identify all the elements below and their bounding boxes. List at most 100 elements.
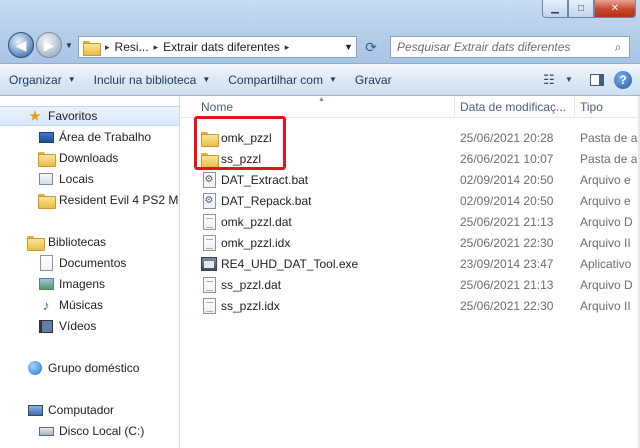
forward-arrow-icon: ▶ [43,36,55,53]
folder-icon [201,151,219,168]
file-icon [201,214,217,230]
nav-label: Área de Trabalho [59,130,152,144]
search-box: ⌕ [390,36,630,58]
navigation-buttons: ◀ ▶ ▼ [8,32,73,58]
hard-drive-icon [38,423,54,439]
file-date: 26/06/2021 10:07 [460,152,554,166]
file-date: 02/09/2014 20:50 [460,194,554,208]
nav-places[interactable]: Locais [0,169,179,189]
file-row[interactable]: DAT_Repack.bat 02/09/2014 20:50 Arquivo … [181,190,640,211]
column-divider[interactable] [454,96,455,118]
file-type: Pasta de a [580,152,638,166]
command-bar: Organizar ▼ Incluir na biblioteca ▼ Compar… [0,64,640,96]
file-icon [201,235,217,251]
burn-button[interactable]: Gravar [346,64,401,95]
file-name: omk_pzzl.dat [221,215,292,229]
nav-label: Favoritos [48,109,98,123]
column-header-name[interactable]: Nome [201,100,233,114]
search-input[interactable] [391,40,609,54]
navigation-pane: ★ Favoritos Área de Trabalho Downloads L… [0,96,180,448]
file-row[interactable]: omk_pzzl.idx 25/06/2021 22:30 Arquivo II [181,232,640,253]
recent-pages-dropdown[interactable]: ▼ [65,41,73,50]
file-icon [201,298,217,314]
nav-videos[interactable]: Vídeos [0,316,179,336]
organize-menu[interactable]: Organizar ▼ [0,64,85,95]
chevron-down-icon: ▼ [565,75,573,84]
batch-file-icon [201,172,217,188]
nav-documents[interactable]: Documentos [0,253,179,273]
nav-computer[interactable]: Computador [0,400,179,420]
breadcrumb-current-folder[interactable]: Extrair dats diferentes [160,40,283,54]
file-row[interactable]: RE4_UHD_DAT_Tool.exe 23/09/2014 23:47 Ap… [181,253,640,274]
file-name: DAT_Extract.bat [221,173,309,187]
file-icon [201,277,217,293]
nav-local-disk[interactable]: Disco Local (C:) [0,421,179,441]
view-options-button[interactable]: ☷ [536,64,562,95]
address-bar[interactable]: ▸ Resi... ▸ Extrair dats diferentes ▸ ▼ [78,36,357,58]
forward-button[interactable]: ▶ [36,32,62,58]
videos-icon [38,318,54,334]
nav-desktop[interactable]: Área de Trabalho [0,127,179,147]
file-date: 25/06/2021 21:13 [460,278,554,292]
breadcrumb-resi[interactable]: Resi... [112,40,152,54]
folder-icon [38,192,56,209]
file-date: 23/09/2014 23:47 [460,257,554,271]
file-type: Arquivo D [580,215,633,229]
documents-icon [38,255,54,271]
file-date: 25/06/2021 22:30 [460,299,554,313]
file-row[interactable]: ss_pzzl.dat 25/06/2021 21:13 Arquivo D [181,274,640,295]
preview-pane-icon [590,73,604,86]
help-button[interactable]: ? [614,70,632,89]
nav-label: Locais [59,172,94,186]
nav-libraries[interactable]: Bibliotecas [0,232,179,252]
preview-pane-button[interactable] [584,64,610,95]
nav-label: Downloads [59,151,119,165]
images-icon [38,276,54,292]
nav-images[interactable]: Imagens [0,274,179,294]
nav-re4-folder[interactable]: Resident Evil 4 PS2 Mod [0,190,179,210]
file-name: ss_pzzl.idx [221,299,280,313]
file-type: Aplicativo [580,257,632,271]
refresh-button[interactable]: ⟳ [360,36,382,58]
libraries-icon [27,234,45,251]
back-button[interactable]: ◀ [8,32,34,58]
column-divider[interactable] [574,96,575,118]
address-history-dropdown[interactable]: ▼ [340,42,356,52]
column-header-date[interactable]: Data de modificaç... [460,100,566,114]
star-icon: ★ [28,108,42,125]
file-row[interactable]: ss_pzzl 26/06/2021 10:07 Pasta de a [181,148,640,169]
address-separator[interactable]: ▸ [283,42,292,53]
address-separator[interactable]: ▸ [152,42,161,53]
share-with-menu[interactable]: Compartilhar com ▼ [219,64,346,95]
file-list-pane: ▲ Nome Data de modificaç... Tipo omk_pzz… [181,96,640,448]
view-list-icon: ☷ [543,71,555,87]
file-row[interactable]: omk_pzzl.dat 25/06/2021 21:13 Arquivo D [181,211,640,232]
address-separator[interactable]: ▸ [103,42,112,53]
file-type: Arquivo II [580,236,631,250]
file-row[interactable]: omk_pzzl 25/06/2021 20:28 Pasta de a [181,127,640,148]
file-name: DAT_Repack.bat [221,194,312,208]
nav-music[interactable]: ♪ Músicas [0,295,179,315]
nav-downloads[interactable]: Downloads [0,148,179,168]
search-icon[interactable]: ⌕ [609,40,627,55]
chevron-down-icon: ▼ [67,75,76,84]
nav-favorites[interactable]: ★ Favoritos [0,106,179,126]
nav-label: Documentos [59,256,127,270]
column-header-type[interactable]: Tipo [580,100,603,114]
file-row[interactable]: DAT_Extract.bat 02/09/2014 20:50 Arquivo… [181,169,640,190]
view-dropdown[interactable]: ▼ [562,64,576,95]
file-name: ss_pzzl.dat [221,278,282,292]
file-row[interactable]: ss_pzzl.idx 25/06/2021 22:30 Arquivo II [181,295,640,316]
close-button[interactable]: ✕ [594,0,636,18]
maximize-button[interactable]: □ [568,0,594,18]
nav-homegroup[interactable]: Grupo doméstico [0,358,179,378]
include-in-library-menu[interactable]: Incluir na biblioteca ▼ [85,64,220,95]
chevron-down-icon: ▼ [328,75,337,84]
nav-label: Computador [48,403,115,417]
file-date: 25/06/2021 21:13 [460,215,554,229]
nav-label: Imagens [59,277,106,291]
minimize-button[interactable]: ▁ [542,0,568,18]
file-name: ss_pzzl [221,152,262,166]
window-titlebar: ▁ □ ✕ ◀ ▶ ▼ ▸ Resi... ▸ Extrair dats dif… [0,0,640,64]
back-arrow-icon: ◀ [15,36,27,53]
